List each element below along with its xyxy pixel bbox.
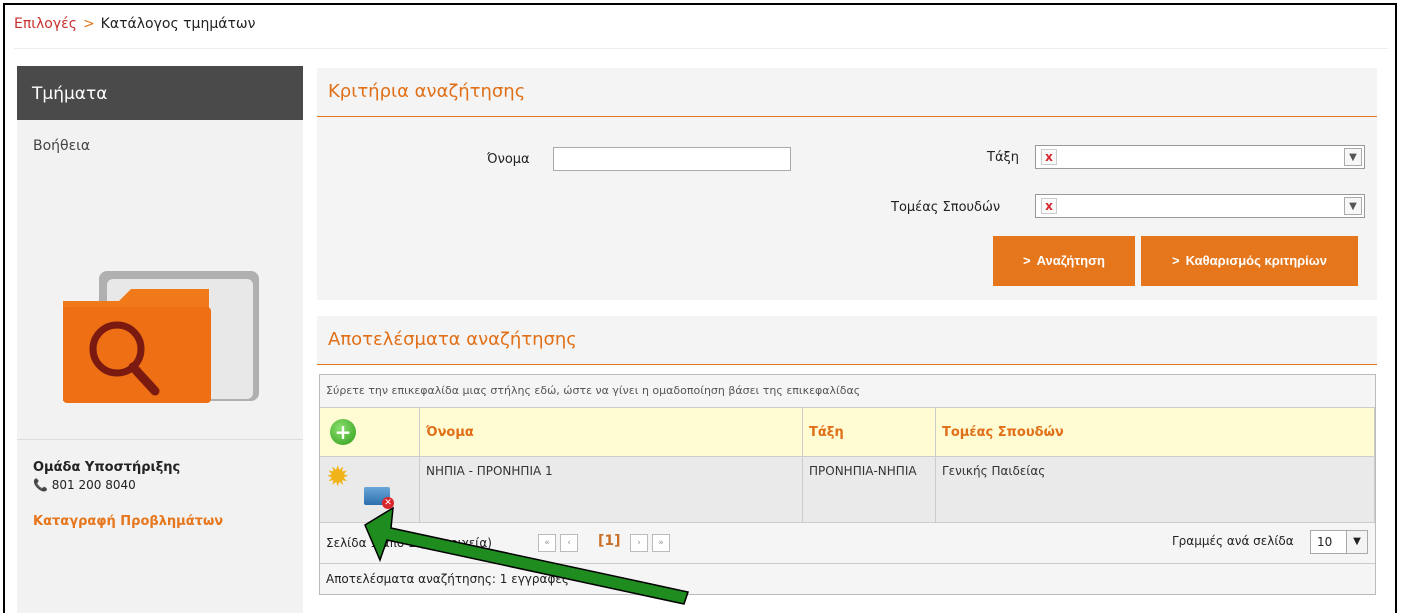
add-plus-icon[interactable]: + <box>330 419 356 445</box>
support-box: Ομάδα Υποστήριξης 📞 801 200 8040 Καταγρα… <box>17 439 303 529</box>
chevron-right-icon: > <box>1171 253 1180 268</box>
pager-info: Σελίδα 1 από 1 (1 στοιχεία) <box>326 536 492 550</box>
support-phone: 📞 801 200 8040 <box>17 478 303 492</box>
add-column-header: + <box>320 408 420 457</box>
clear-class-icon[interactable]: x <box>1041 149 1057 165</box>
cell-class: ΠΡΟΝΗΠΙΑ-ΝΗΠΙΑ <box>802 456 936 523</box>
next-page-icon[interactable]: › <box>630 534 648 552</box>
rows-per-page-label: Γραμμές ανά σελίδα <box>1172 534 1294 548</box>
column-header-sector[interactable]: Τομέας Σπουδών <box>935 408 1375 457</box>
sector-label: Τομέας Σπουδών <box>891 200 1001 215</box>
pager: Σελίδα 1 από 1 (1 στοιχεία) « ‹ [1] › » … <box>320 523 1375 564</box>
cell-name: ΝΗΠΙΑ - ΠΡΟΝΗΠΙΑ 1 <box>419 456 803 523</box>
delete-x-icon: ✕ <box>382 497 394 509</box>
support-title: Ομάδα Υποστήριξης <box>33 460 181 475</box>
row-actions-cell: ✹ ✕ <box>320 456 420 523</box>
first-page-icon[interactable]: « <box>538 534 556 552</box>
search-results-title: Αποτελέσματα αναζήτησης <box>317 316 1377 365</box>
table-header-row: + Όνομα Τάξη Τομέας Σπουδών <box>320 408 1375 457</box>
cell-sector: Γενικής Παιδείας <box>935 456 1375 523</box>
last-page-icon[interactable]: » <box>652 534 670 552</box>
rows-per-page-select[interactable]: 10 ▼ <box>1310 530 1368 554</box>
top-divider <box>14 48 1388 49</box>
results-count: Αποτελέσματα αναζήτησης: 1 εγγραφές <box>326 572 569 586</box>
chevron-down-icon[interactable]: ▼ <box>1346 531 1367 553</box>
breadcrumb: Επιλογές > Κατάλογος τμημάτων <box>14 16 255 32</box>
group-by-drop-zone[interactable]: Σύρετε την επικεφαλίδα μιας στήλης εδώ, … <box>320 375 1375 408</box>
sector-select[interactable]: x ▼ <box>1035 194 1365 218</box>
prev-page-icon[interactable]: ‹ <box>560 534 578 552</box>
report-problems-link[interactable]: Καταγραφή Προβλημάτων <box>17 514 303 529</box>
class-select[interactable]: x ▼ <box>1035 145 1365 169</box>
results-table: + Όνομα Τάξη Τομέας Σπουδών ✹ ✕ ΝΗΠΙΑ - … <box>320 408 1375 523</box>
breadcrumb-home-link[interactable]: Επιλογές <box>14 16 77 32</box>
sidebar-title: Τμήματα <box>17 66 303 120</box>
current-page[interactable]: [1] <box>598 533 621 549</box>
sidebar: Τμήματα Βοήθεια Ομάδα Υποστήριξης 📞 801 … <box>17 66 303 613</box>
reset-criteria-label: Καθαρισμός κριτηρίων <box>1185 253 1328 268</box>
breadcrumb-current: Κατάλογος τμημάτων <box>100 16 256 32</box>
table-row: ✹ ✕ ΝΗΠΙΑ - ΠΡΟΝΗΠΙΑ 1 ΠΡΟΝΗΠΙΑ-ΝΗΠΙΑ Γε… <box>320 456 1375 523</box>
folder-search-icon <box>59 261 265 411</box>
phone-icon: 📞 <box>33 478 48 492</box>
column-header-class[interactable]: Τάξη <box>802 408 936 457</box>
search-criteria-title: Κριτήρια αναζήτησης <box>317 68 1377 117</box>
column-header-name[interactable]: Όνομα <box>419 408 803 457</box>
help-link[interactable]: Βοήθεια <box>17 120 303 154</box>
chevron-down-icon[interactable]: ▼ <box>1344 148 1362 166</box>
search-criteria-panel: Κριτήρια αναζήτησης Όνομα Τάξη x ▼ Τομέα… <box>317 68 1377 300</box>
clear-sector-icon[interactable]: x <box>1041 198 1057 214</box>
search-results-panel: Αποτελέσματα αναζήτησης Σύρετε την επικε… <box>317 316 1377 613</box>
class-label: Τάξη <box>987 150 1019 165</box>
search-button-label: Αναζήτηση <box>1036 253 1105 268</box>
delete-folder-icon[interactable]: ✕ <box>364 487 394 509</box>
phone-number: 801 200 8040 <box>51 478 136 492</box>
results-grid: Σύρετε την επικεφαλίδα μιας στήλης εδώ, … <box>319 374 1376 595</box>
search-button[interactable]: > Αναζήτηση <box>993 236 1135 286</box>
chevron-right-icon: > <box>1023 253 1031 268</box>
rows-per-page-value: 10 <box>1317 535 1333 549</box>
name-input[interactable] <box>553 147 791 171</box>
chevron-down-icon[interactable]: ▼ <box>1344 197 1362 215</box>
breadcrumb-separator: > <box>82 16 95 32</box>
reset-criteria-button[interactable]: > Καθαρισμός κριτηρίων <box>1141 236 1358 286</box>
gear-icon[interactable]: ✹ <box>326 463 349 491</box>
name-label: Όνομα <box>487 152 530 167</box>
